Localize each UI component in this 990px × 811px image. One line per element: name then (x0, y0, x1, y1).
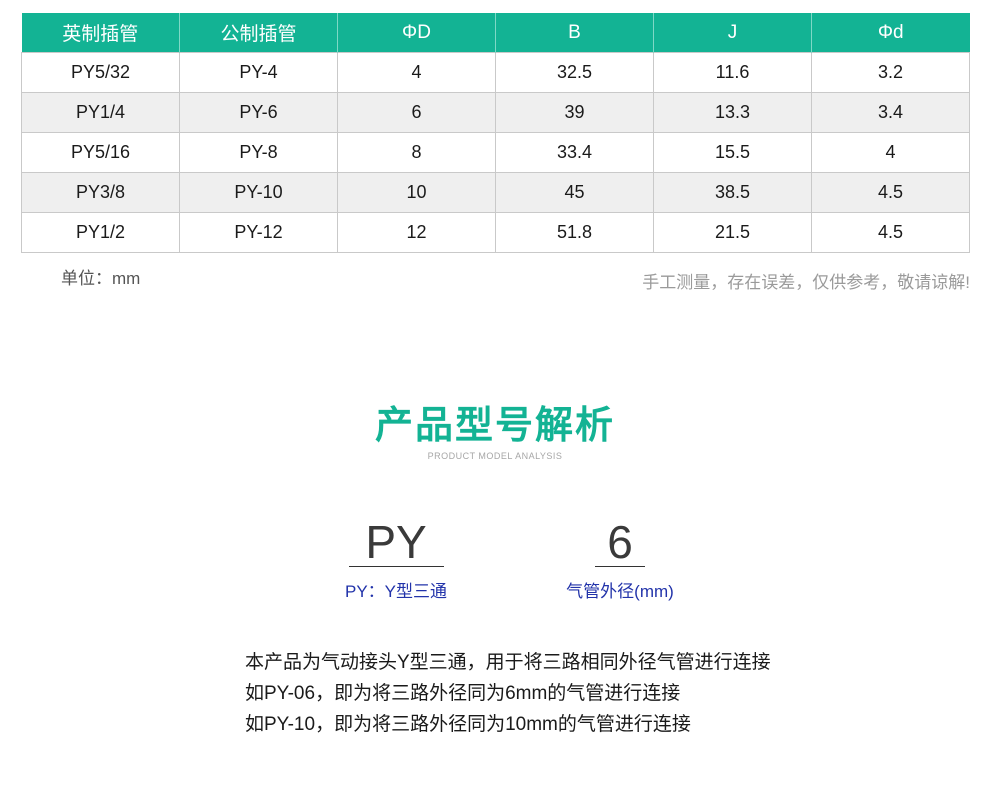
table-cell: PY1/4 (21, 92, 180, 133)
table-cell: PY3/8 (21, 172, 180, 213)
table-cell: 3.4 (811, 92, 970, 133)
table-cell: 32.5 (495, 52, 654, 93)
table-cell: PY-10 (179, 172, 338, 213)
table-cell: PY5/32 (21, 52, 180, 93)
header-j: J (653, 13, 812, 53)
header-imperial-tube: 英制插管 (21, 13, 180, 53)
table-cell: 4 (811, 132, 970, 173)
unit-note: 单位：mm (61, 269, 141, 288)
table-cell: 10 (337, 172, 496, 213)
section-subtitle: PRODUCT MODEL ANALYSIS (427, 451, 563, 461)
model-part-series: PY PY：Y型三通 (336, 518, 456, 602)
table-cell: 4.5 (811, 172, 970, 213)
table-cell: 13.3 (653, 92, 812, 133)
model-caption-size: 气管外径(mm) (566, 582, 674, 601)
spec-table: 英制插管 公制插管 ΦD B J Φd PY5/32 PY-4 4 32.5 1… (21, 13, 970, 253)
model-code-series: PY (365, 516, 427, 568)
table-cell: 51.8 (495, 212, 654, 253)
table-cell: 12 (337, 212, 496, 253)
header-outer-diameter: ΦD (337, 13, 496, 53)
header-metric-tube: 公制插管 (179, 13, 338, 53)
table-cell: 45 (495, 172, 654, 213)
table-cell: PY-4 (179, 52, 338, 93)
table-cell: 4.5 (811, 212, 970, 253)
table-row: PY3/8 PY-10 10 45 38.5 4.5 (21, 172, 970, 213)
table-cell: 33.4 (495, 132, 654, 173)
table-cell: 4 (337, 52, 496, 93)
table-row: PY5/32 PY-4 4 32.5 11.6 3.2 (21, 52, 970, 93)
description-line: 如PY-10，即为将三路外径同为10mm的气管进行连接 (245, 714, 691, 735)
table-cell: PY-6 (179, 92, 338, 133)
table-row: PY5/16 PY-8 8 33.4 15.5 4 (21, 132, 970, 173)
section-title: 产品型号解析 (374, 405, 615, 447)
table-row: PY1/4 PY-6 6 39 13.3 3.4 (21, 92, 970, 133)
table-cell: PY-12 (179, 212, 338, 253)
table-cell: PY-8 (179, 132, 338, 173)
table-cell: 3.2 (811, 52, 970, 93)
product-description: 本产品为气动接头Y型三通，用于将三路相同外径气管进行连接 如PY-06，即为将三… (245, 647, 771, 740)
table-header-row: 英制插管 公制插管 ΦD B J Φd (21, 13, 970, 53)
table-cell: 6 (337, 92, 496, 133)
table-cell: 38.5 (653, 172, 812, 213)
model-part-size: 6 气管外径(mm) (560, 518, 680, 602)
model-code-size: 6 (607, 516, 633, 568)
table-cell: 8 (337, 132, 496, 173)
header-b: B (495, 13, 654, 53)
table-cell: 11.6 (653, 52, 812, 93)
header-inner-diameter: Φd (811, 13, 970, 53)
table-cell: 21.5 (653, 212, 812, 253)
table-cell: 39 (495, 92, 654, 133)
table-cell: PY1/2 (21, 212, 180, 253)
measurement-disclaimer: 手工测量，存在误差，仅供参考，敬请谅解! (642, 273, 970, 292)
table-row: PY1/2 PY-12 12 51.8 21.5 4.5 (21, 212, 970, 253)
table-cell: PY5/16 (21, 132, 180, 173)
model-caption-series: PY：Y型三通 (344, 582, 448, 601)
description-line: 如PY-06，即为将三路外径同为6mm的气管进行连接 (245, 683, 681, 704)
description-line: 本产品为气动接头Y型三通，用于将三路相同外径气管进行连接 (245, 652, 771, 673)
table-cell: 15.5 (653, 132, 812, 173)
